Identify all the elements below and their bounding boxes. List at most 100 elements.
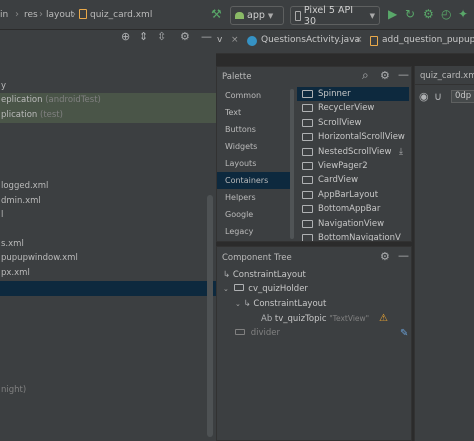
attach-debugger-icon[interactable]: ✦ xyxy=(458,8,468,20)
palette-item-cardview[interactable]: CardView xyxy=(297,173,409,187)
palette-category-common[interactable]: Common xyxy=(217,87,293,104)
tab-questions-activity[interactable]: QuestionsActivity.java xyxy=(261,35,360,45)
tree-item[interactable]: night) xyxy=(0,383,216,398)
tree-item-label: dmin.xml xyxy=(1,196,41,206)
collapse-all-icon[interactable]: ⇳ xyxy=(157,30,166,43)
tree-item-suffix: (test) xyxy=(40,110,63,120)
tree-node-inner-layout[interactable]: ⌄ ↳ ConstraintLayout xyxy=(235,297,326,311)
attributes-panel: quiz_card.xml ◉ ∪ 0dp ✎ xyxy=(400,66,474,441)
palette-item-label: RecyclerView xyxy=(318,103,375,114)
breadcrumb-file[interactable]: quiz_card.xml xyxy=(90,10,152,20)
project-toolbar: ⊕ ⇕ ⇳ ⚙ — xyxy=(118,30,216,44)
editor-tab-strip: v × QuestionsActivity.java × add_questio… xyxy=(216,30,474,54)
apply-changes-icon[interactable]: ↻ xyxy=(405,8,415,20)
palette-category-buttons[interactable]: Buttons xyxy=(217,121,293,138)
warning-icon[interactable]: ⚠ xyxy=(379,312,388,326)
minimize-icon[interactable]: — xyxy=(398,68,409,81)
viewpager2-icon xyxy=(302,162,313,170)
palette-item-horizontalscrollview[interactable]: HorizontalScrollView xyxy=(297,130,409,144)
palette-category-legacy[interactable]: Legacy xyxy=(217,223,293,240)
palette-category-helpers[interactable]: Helpers xyxy=(217,189,293,206)
horizontalscrollview-icon xyxy=(302,133,313,142)
breadcrumb-layout[interactable]: layout xyxy=(46,10,74,20)
cardview-icon xyxy=(233,284,244,291)
tree-node-root[interactable]: ↳ ConstraintLayout xyxy=(223,268,306,282)
tree-node-label: ConstraintLayout xyxy=(253,299,327,309)
magnet-icon[interactable]: ∪ xyxy=(434,90,442,103)
tree-item-label: eplication xyxy=(1,95,43,105)
run-icon[interactable]: ▶ xyxy=(388,8,397,20)
tree-node-textview[interactable]: Ab tv_quizTopic "TextView" ⚠ xyxy=(261,312,409,326)
tab-partial[interactable]: v xyxy=(217,35,222,45)
palette-category-layouts[interactable]: Layouts xyxy=(217,155,293,172)
appbarlayout-icon xyxy=(302,190,313,199)
close-icon[interactable]: × xyxy=(231,35,239,45)
palette-item-appbarlayout[interactable]: AppBarLayout xyxy=(297,188,409,202)
tree-item-test[interactable]: plication (test) xyxy=(0,108,216,123)
category-scrollbar[interactable] xyxy=(290,89,294,239)
tree-item-label: y xyxy=(1,81,7,91)
tree-item[interactable]: dmin.xml xyxy=(0,194,216,209)
hammer-build-icon[interactable]: ⚒ xyxy=(211,8,222,20)
breadcrumb-module[interactable]: in xyxy=(0,10,8,20)
minimize-icon[interactable]: — xyxy=(201,30,212,43)
palette-item-bottomnavigationview[interactable]: BottomNavigationV xyxy=(297,231,409,241)
tree-item[interactable]: s.xml xyxy=(0,237,216,252)
palette-panel: Palette ⌕ ⚙ — Common Text Buttons Widget… xyxy=(216,66,412,242)
palette-item-scrollview[interactable]: ScrollView xyxy=(297,116,409,130)
breadcrumb-res[interactable]: res xyxy=(24,10,38,20)
palette-item-label: ViewPager2 xyxy=(318,161,368,171)
eye-icon[interactable]: ◉ xyxy=(419,90,429,103)
component-tree-title: Component Tree xyxy=(222,253,292,263)
palette-category-widgets[interactable]: Widgets xyxy=(217,138,293,155)
palette-title: Palette xyxy=(222,72,252,82)
infer-constraints-icon[interactable]: ✎ xyxy=(400,328,408,339)
palette-item-nestedscrollview[interactable]: NestedScrollView ⤓ xyxy=(297,145,409,159)
palette-category-containers[interactable]: Containers xyxy=(217,172,293,189)
tree-item[interactable]: y xyxy=(0,79,216,94)
tree-item-label: logged.xml xyxy=(1,181,49,191)
profile-icon[interactable]: ◴ xyxy=(441,8,451,20)
tree-item[interactable]: l xyxy=(0,208,216,223)
tree-item-selected[interactable] xyxy=(0,281,216,296)
android-icon xyxy=(235,12,244,19)
divider-icon xyxy=(235,329,245,335)
recyclerview-icon xyxy=(302,104,313,113)
tree-node-label: divider xyxy=(250,328,280,338)
tree-node-cardview[interactable]: ⌄ cv_quizHolder xyxy=(223,282,308,296)
gear-icon[interactable]: ⚙ xyxy=(380,250,390,263)
palette-item-recyclerview[interactable]: RecyclerView xyxy=(297,101,409,115)
palette-item-viewpager2[interactable]: ViewPager2 xyxy=(297,159,409,173)
tree-item[interactable]: logged.xml xyxy=(0,179,216,194)
xml-file-icon xyxy=(370,36,378,46)
device-select[interactable]: Pixel 5 API 30 ▼ xyxy=(290,5,380,27)
tab-add-question-popup[interactable]: add_question_pupupwin xyxy=(382,35,474,45)
divider xyxy=(415,84,474,85)
chevron-down-icon: ▼ xyxy=(369,11,375,20)
minimize-icon[interactable]: — xyxy=(398,249,409,262)
palette-item-label: Spinner xyxy=(318,89,351,99)
tree-node-divider[interactable]: divider xyxy=(235,326,280,340)
phone-icon xyxy=(295,10,301,21)
close-icon[interactable]: × xyxy=(355,35,363,45)
palette-category-google[interactable]: Google xyxy=(217,206,293,223)
palette-item-bottomappbar[interactable]: BottomAppBar xyxy=(297,202,409,216)
search-icon[interactable]: ⌕ xyxy=(362,68,369,83)
project-scrollbar[interactable] xyxy=(207,195,213,437)
tree-item-label: s.xml xyxy=(1,239,24,249)
palette-item-spinner[interactable]: Spinner xyxy=(297,87,409,102)
expand-all-icon[interactable]: ⇕ xyxy=(139,30,148,43)
tree-node-hint: "TextView" xyxy=(329,314,370,323)
tree-item[interactable]: px.xml xyxy=(0,266,216,281)
palette-item-navigationview[interactable]: NavigationView xyxy=(297,217,409,231)
palette-category-text[interactable]: Text xyxy=(217,104,293,121)
debug-icon[interactable]: ⚙ xyxy=(423,8,434,20)
locate-icon[interactable]: ⊕ xyxy=(121,30,130,43)
gear-icon[interactable]: ⚙ xyxy=(380,69,390,82)
gear-icon[interactable]: ⚙ xyxy=(180,30,190,43)
download-icon[interactable]: ⤓ xyxy=(399,145,403,159)
default-margin-field[interactable]: 0dp xyxy=(451,90,474,103)
tree-item[interactable]: pupupwindow.xml xyxy=(0,251,216,266)
run-config-select[interactable]: app ▼ xyxy=(230,6,284,25)
tree-item-android-test[interactable]: eplication (androidTest) xyxy=(0,93,216,108)
